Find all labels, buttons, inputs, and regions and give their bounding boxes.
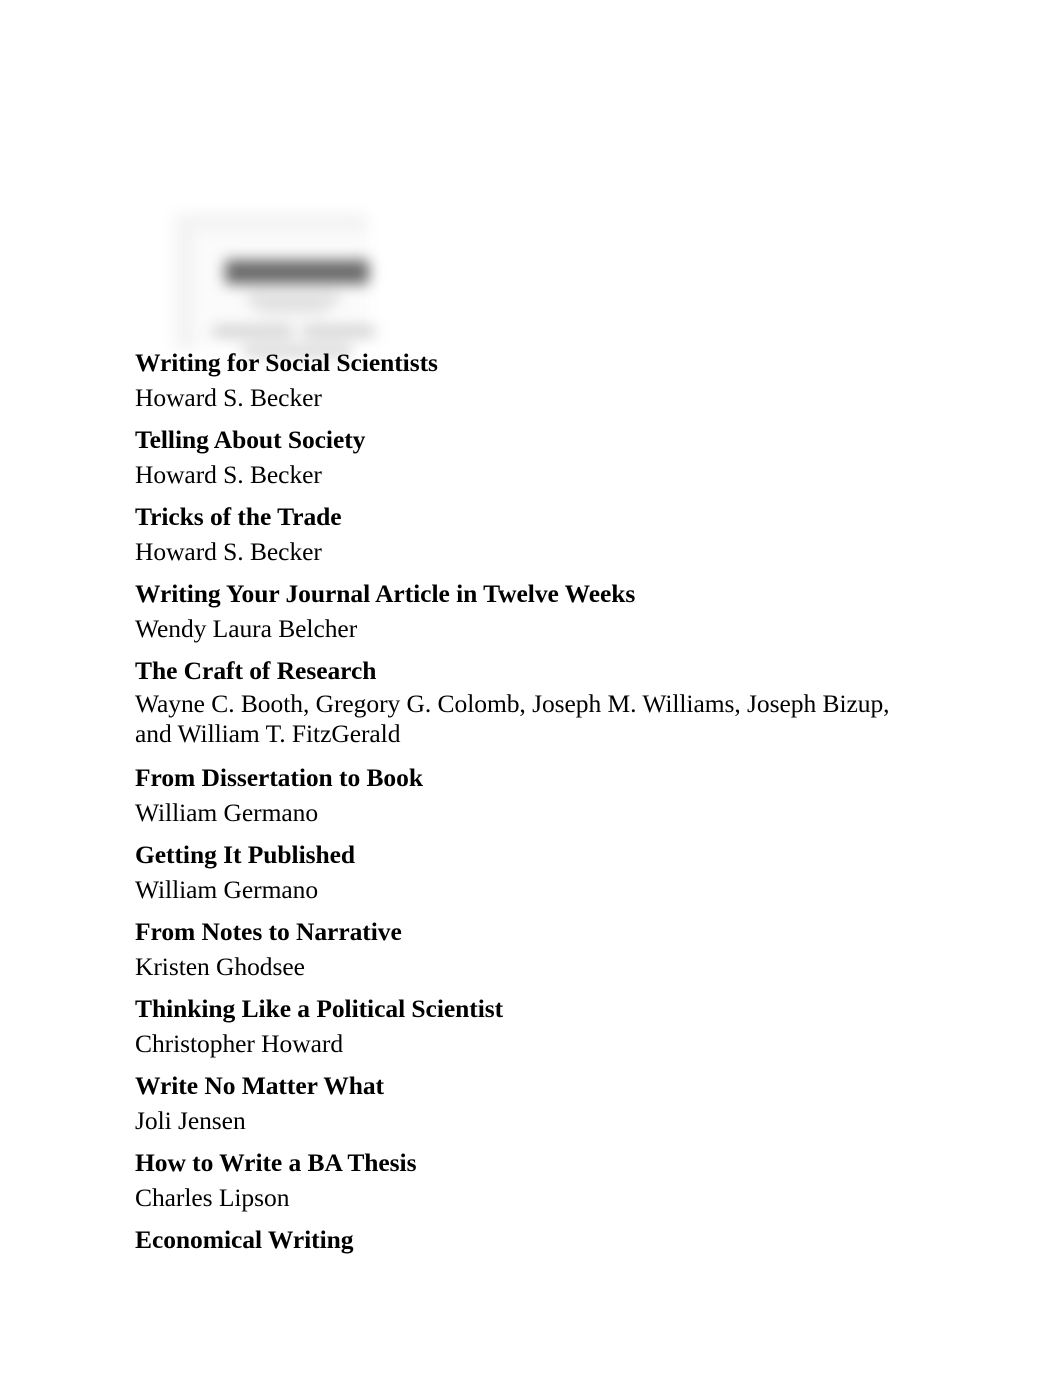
book-title: Tricks of the Trade (135, 502, 342, 531)
book-author: Kristen Ghodsee (135, 952, 305, 981)
list-item: How to Write a BA Thesis Charles Lipson (135, 1145, 925, 1215)
book-title: Thinking Like a Political Scientist (135, 994, 504, 1023)
list-item: Write No Matter What Joli Jensen (135, 1068, 925, 1138)
list-item: Tricks of the Trade Howard S. Becker (135, 499, 925, 569)
document-page: Writing for Social Scientists Howard S. … (0, 0, 1062, 1377)
book-author: Howard S. Becker (135, 537, 322, 566)
cover-plate (176, 215, 375, 357)
list-item: Getting It Published William Germano (135, 837, 925, 907)
cover-image-blur-layer (170, 209, 375, 357)
book-title: Economical Writing (135, 1225, 354, 1254)
book-author: Wayne C. Booth, Gregory G. Colomb, Josep… (135, 689, 890, 748)
cover-band-mid-upper (247, 294, 339, 303)
cover-inner-panel (195, 232, 375, 357)
book-author: Wendy Laura Belcher (135, 614, 358, 643)
list-item: Writing Your Journal Article in Twelve W… (135, 576, 925, 646)
cover-band-mid-lower (257, 306, 327, 313)
book-title: Telling About Society (135, 425, 366, 454)
list-item: Writing for Social Scientists Howard S. … (135, 345, 925, 415)
book-title: From Dissertation to Book (135, 763, 423, 792)
list-item: Economical Writing (135, 1222, 925, 1258)
cover-band-title (225, 260, 369, 284)
list-item: The Craft of Research Wayne C. Booth, Gr… (135, 653, 925, 749)
list-item: From Notes to Narrative Kristen Ghodsee (135, 914, 925, 984)
cover-band-sub-right (303, 326, 375, 337)
book-list: Writing for Social Scientists Howard S. … (135, 345, 925, 1258)
book-author: Howard S. Becker (135, 383, 322, 412)
list-item: Thinking Like a Political Scientist Chri… (135, 991, 925, 1061)
book-author: William Germano (135, 875, 319, 904)
book-author: Charles Lipson (135, 1183, 290, 1212)
book-author: William Germano (135, 798, 319, 827)
cover-image-placeholder (170, 209, 375, 357)
book-title: The Craft of Research (135, 656, 377, 685)
list-item: Telling About Society Howard S. Becker (135, 422, 925, 492)
book-title: Writing for Social Scientists (135, 348, 438, 377)
book-title: How to Write a BA Thesis (135, 1148, 417, 1177)
cover-band-sub-left (213, 326, 293, 337)
book-title: From Notes to Narrative (135, 917, 402, 946)
book-title: Writing Your Journal Article in Twelve W… (135, 579, 636, 608)
book-title: Write No Matter What (135, 1071, 384, 1100)
book-author: Christopher Howard (135, 1029, 344, 1058)
book-author: Howard S. Becker (135, 460, 322, 489)
list-item: From Dissertation to Book William German… (135, 760, 925, 830)
book-author: Joli Jensen (135, 1106, 246, 1135)
book-title: Getting It Published (135, 840, 356, 869)
